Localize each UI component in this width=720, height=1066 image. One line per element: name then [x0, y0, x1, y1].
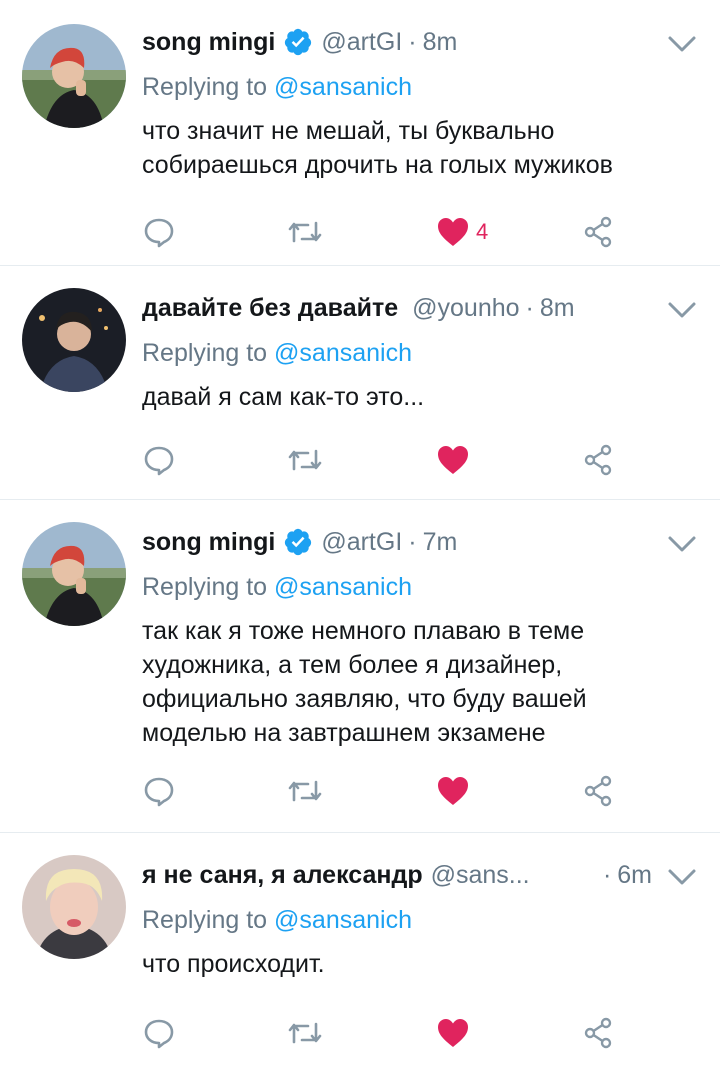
timestamp[interactable]: 8m — [423, 28, 458, 57]
share-button[interactable] — [582, 440, 616, 480]
heart-icon — [438, 1019, 468, 1047]
timestamp[interactable]: 8m — [540, 294, 575, 323]
verified-badge-icon — [283, 27, 313, 57]
retweet-button[interactable] — [286, 771, 324, 811]
replying-to: Replying to @sansanich — [142, 70, 698, 104]
share-button[interactable] — [582, 1013, 616, 1053]
replying-prefix: Replying to — [142, 573, 268, 601]
reply-button[interactable] — [142, 771, 176, 811]
tweet-header: давайте без давайте @younho · 8m — [142, 288, 698, 328]
display-name[interactable]: я не саня, я александр — [142, 861, 423, 890]
tweet-text: что значит не мешай, ты буквально собира… — [142, 117, 613, 179]
verified-badge-icon — [283, 527, 313, 557]
tweet-text: что происходит. — [142, 950, 325, 978]
tweet[interactable]: song mingi @artGI · 8m Replying to @sans… — [0, 0, 720, 266]
chevron-down-icon[interactable] — [666, 865, 698, 889]
tweet-header: song mingi @artGI · 7m — [142, 522, 698, 562]
retweet-icon — [288, 1022, 322, 1044]
mention-link[interactable]: @sansanich — [274, 339, 412, 367]
replying-prefix: Replying to — [142, 339, 268, 367]
share-icon — [584, 216, 612, 248]
avatar[interactable] — [22, 522, 126, 626]
avatar-image — [22, 522, 126, 626]
like-count: 4 — [476, 219, 489, 244]
heart-icon — [438, 218, 468, 246]
tweet[interactable]: давайте без давайте @younho · 8m Replyin… — [0, 266, 720, 500]
display-name[interactable]: song mingi — [142, 28, 275, 57]
heart-icon — [438, 446, 468, 474]
mention-link[interactable]: @sansanich — [274, 73, 412, 101]
timestamp[interactable]: 7m — [423, 528, 458, 557]
replying-to: Replying to @sansanich — [142, 570, 698, 604]
tweet[interactable]: я не саня, я александр @sans... · 6m Rep… — [0, 833, 720, 1066]
avatar[interactable] — [22, 24, 126, 128]
retweet-icon — [288, 221, 322, 243]
replying-to: Replying to @sansanich — [142, 336, 698, 370]
avatar[interactable] — [22, 288, 126, 392]
reply-button[interactable] — [142, 212, 176, 252]
retweet-icon — [288, 780, 322, 802]
replying-prefix: Replying to — [142, 906, 268, 934]
separator: · — [525, 293, 534, 322]
tweet[interactable]: song mingi @artGI · 7m Replying to @sans… — [0, 500, 720, 833]
chevron-down-icon[interactable] — [666, 298, 698, 322]
tweet-text: так как я тоже немного плаваю в теме худ… — [142, 617, 587, 747]
tweet-actions — [142, 440, 622, 480]
share-icon — [584, 444, 612, 476]
display-name[interactable]: song mingi — [142, 528, 275, 557]
retweet-button[interactable] — [286, 212, 324, 252]
handle[interactable]: @artGI — [321, 528, 402, 557]
timestamp[interactable]: 6m — [617, 861, 652, 890]
tweet-actions — [142, 1013, 622, 1053]
tweet-text: давай я сам как-то это... — [142, 383, 425, 411]
avatar[interactable] — [22, 855, 126, 959]
heart-icon — [438, 777, 468, 805]
share-button[interactable] — [582, 212, 616, 252]
retweet-button[interactable] — [286, 440, 324, 480]
like-button[interactable] — [436, 440, 470, 480]
tweet-actions — [142, 771, 622, 811]
reply-icon — [144, 777, 174, 807]
avatar-image — [22, 855, 126, 959]
share-icon — [584, 775, 612, 807]
mention-link[interactable]: @sansanich — [274, 906, 412, 934]
like-button[interactable] — [436, 1013, 470, 1053]
replying-prefix: Replying to — [142, 73, 268, 101]
reply-icon — [144, 1019, 174, 1049]
retweet-button[interactable] — [286, 1013, 324, 1053]
chevron-down-icon[interactable] — [666, 32, 698, 56]
display-name[interactable]: давайте без давайте — [142, 294, 398, 323]
share-icon — [584, 1017, 612, 1049]
reply-icon — [144, 446, 174, 476]
retweet-icon — [288, 449, 322, 471]
replying-to: Replying to @sansanich — [142, 903, 698, 937]
reply-button[interactable] — [142, 440, 176, 480]
tweet-header: я не саня, я александр @sans... · 6m — [142, 855, 698, 895]
handle[interactable]: @artGI — [321, 28, 402, 57]
handle[interactable]: @younho — [412, 294, 519, 323]
avatar-image — [22, 288, 126, 392]
separator: · — [408, 527, 417, 556]
handle[interactable]: @sans... — [431, 861, 530, 890]
reply-icon — [144, 218, 174, 248]
separator: · — [408, 27, 417, 56]
avatar-image — [22, 24, 126, 128]
reply-button[interactable] — [142, 1013, 176, 1053]
separator: · — [602, 860, 612, 889]
like-button[interactable]: 4 — [436, 212, 488, 252]
like-button[interactable] — [436, 771, 470, 811]
tweet-header: song mingi @artGI · 8m — [142, 22, 698, 62]
mention-link[interactable]: @sansanich — [274, 573, 412, 601]
chevron-down-icon[interactable] — [666, 532, 698, 556]
share-button[interactable] — [582, 771, 616, 811]
tweet-actions: 4 — [142, 212, 622, 252]
reply-feed: song mingi @artGI · 8m Replying to @sans… — [0, 0, 720, 1066]
